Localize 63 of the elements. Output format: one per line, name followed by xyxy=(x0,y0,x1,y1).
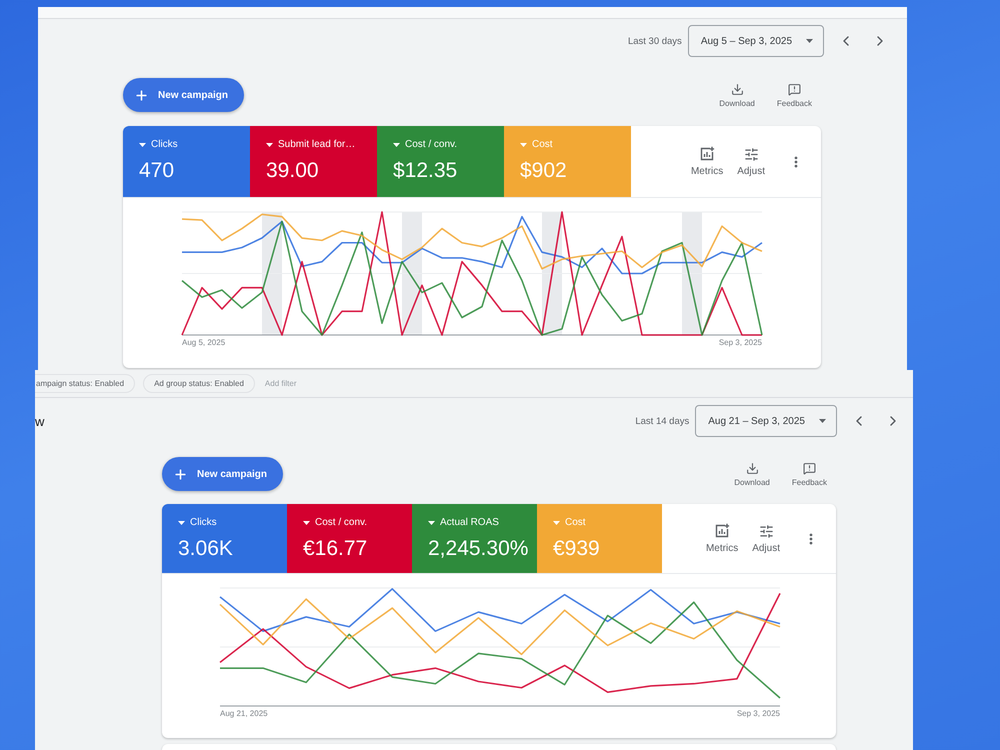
date-range-dropdown[interactable]: Aug 21 – Sep 3, 2025 xyxy=(695,405,837,437)
feedback-icon xyxy=(788,82,801,96)
metric-tile[interactable]: Clicks 3.06K xyxy=(162,504,287,573)
caret-icon xyxy=(139,143,146,147)
caret-icon xyxy=(806,39,813,43)
adjust-button[interactable]: Adjust xyxy=(752,524,780,554)
metric-tile[interactable]: Submit lead for… 39.00 xyxy=(250,126,377,197)
metric-tile[interactable]: Clicks 470 xyxy=(123,126,250,197)
new-campaign-button[interactable]: New campaign xyxy=(123,78,244,112)
plus-icon xyxy=(173,466,188,482)
metric-label: Clicks xyxy=(151,139,178,151)
metric-value: 470 xyxy=(139,158,176,183)
plus-icon xyxy=(134,88,149,102)
caret-icon xyxy=(553,521,560,525)
metric-tile[interactable]: Actual ROAS 2,245.30% xyxy=(412,504,537,573)
axis-label: Aug 21, 2025 xyxy=(220,709,268,718)
feedback-icon xyxy=(802,462,816,474)
filter-chip[interactable]: Ad group status: Enabled xyxy=(143,374,255,393)
download-button[interactable]: Download xyxy=(734,462,770,486)
chart-plus-icon xyxy=(714,523,730,539)
caret-icon xyxy=(818,419,826,423)
sliders-icon xyxy=(758,524,774,538)
page-heading: w xyxy=(35,414,44,428)
sliders-icon xyxy=(744,146,759,162)
download-button[interactable]: Download xyxy=(719,82,755,108)
range-label: Last 14 days xyxy=(635,416,690,426)
metric-label: Actual ROAS xyxy=(440,517,499,529)
metric-label: Cost / conv. xyxy=(405,139,458,151)
metric-tile[interactable]: Cost / conv. €16.77 xyxy=(287,504,412,573)
metric-value: 2,245.30% xyxy=(428,536,527,561)
chart-plus-icon xyxy=(699,146,716,162)
metric-label: Cost xyxy=(532,139,553,151)
metric-tile[interactable]: Cost / conv. $12.35 xyxy=(377,126,504,197)
download-icon xyxy=(746,462,759,474)
caret-icon xyxy=(266,143,273,147)
filter-chip[interactable]: ampaign status: Enabled xyxy=(35,374,136,393)
caret-icon xyxy=(393,143,400,147)
new-campaign-button[interactable]: New campaign xyxy=(162,457,284,491)
caret-icon xyxy=(178,521,185,525)
metric-label: Cost / conv. xyxy=(315,517,368,529)
metric-value: $12.35 xyxy=(393,158,458,183)
metric-value: $902 xyxy=(520,158,568,183)
metric-value: 3.06K xyxy=(178,536,234,561)
metric-label: Cost xyxy=(565,517,586,529)
metric-value: €939 xyxy=(553,536,601,561)
metrics-button[interactable]: Metrics xyxy=(706,523,738,554)
metric-label: Submit lead for… xyxy=(278,139,356,151)
axis-label: Aug 5, 2025 xyxy=(182,338,226,347)
axis-label: Sep 3, 2025 xyxy=(736,709,780,718)
adjust-button[interactable]: Adjust xyxy=(737,146,765,176)
date-range-dropdown[interactable]: Aug 5 – Sep 3, 2025 xyxy=(688,25,824,57)
metric-value: 39.00 xyxy=(266,158,320,183)
metric-label: Clicks xyxy=(190,517,217,529)
feedback-button[interactable]: Feedback xyxy=(776,82,812,108)
caret-icon xyxy=(520,143,527,147)
metric-value: €16.77 xyxy=(303,536,368,561)
caret-icon xyxy=(428,521,435,525)
axis-label: Sep 3, 2025 xyxy=(718,338,762,347)
caret-icon xyxy=(303,521,310,525)
range-label: Last 30 days xyxy=(628,36,682,46)
feedback-button[interactable]: Feedback xyxy=(792,462,827,486)
metrics-button[interactable]: Metrics xyxy=(690,146,724,177)
download-icon xyxy=(730,82,744,96)
